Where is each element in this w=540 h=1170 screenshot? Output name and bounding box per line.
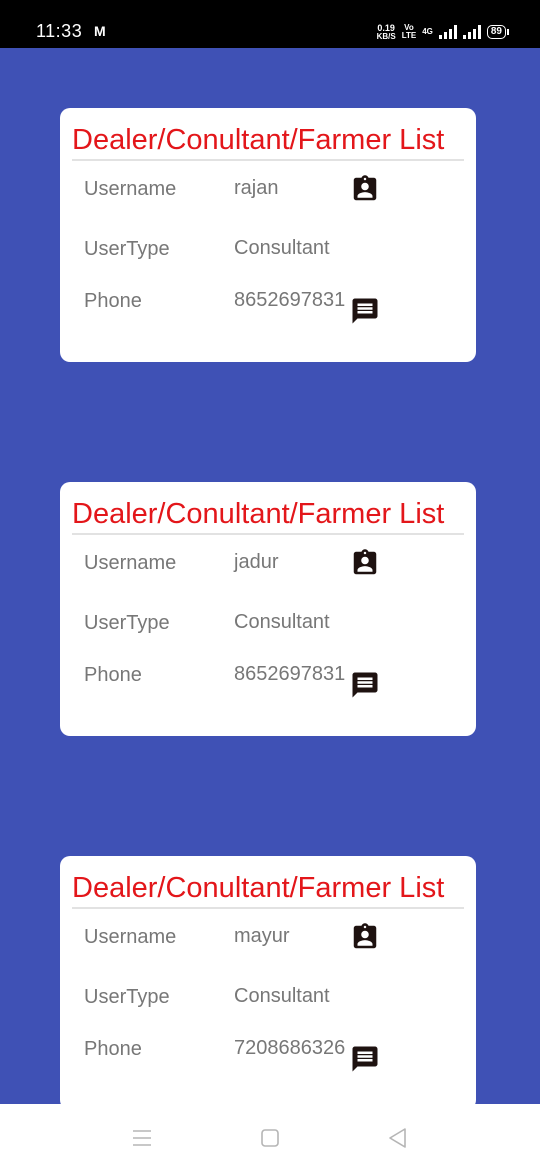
card-title: Dealer/Conultant/Farmer List — [72, 872, 464, 909]
card-title: Dealer/Conultant/Farmer List — [72, 498, 464, 535]
menu-icon[interactable] — [130, 1126, 154, 1150]
phone-label: Phone — [84, 1038, 142, 1060]
usertype-value: Consultant — [234, 611, 330, 633]
network-type: 4G — [422, 27, 433, 36]
contact-badge-icon[interactable] — [350, 174, 380, 204]
home-icon[interactable] — [258, 1126, 282, 1150]
username-label: Username — [84, 178, 177, 200]
network-speed: 0.19 KB/S — [376, 23, 396, 41]
username-value: jadur — [234, 551, 279, 573]
username-value: rajan — [234, 177, 279, 199]
message-icon[interactable] — [350, 670, 380, 700]
message-icon[interactable] — [350, 1044, 380, 1074]
phone-value: 8652697831 — [234, 663, 346, 685]
username-value: mayur — [234, 925, 290, 947]
back-icon[interactable] — [386, 1126, 410, 1150]
username-label: Username — [84, 552, 177, 574]
user-card[interactable]: Dealer/Conultant/Farmer List Username ja… — [60, 482, 476, 736]
usertype-label: UserType — [84, 238, 170, 260]
user-card[interactable]: Dealer/Conultant/Farmer List Username ra… — [60, 108, 476, 362]
user-card[interactable]: Dealer/Conultant/Farmer List Username ma… — [60, 856, 476, 1104]
network-speed-unit: KB/S — [376, 31, 396, 41]
card-title: Dealer/Conultant/Farmer List — [72, 124, 464, 161]
volte-bottom: LTE — [401, 31, 417, 40]
usertype-value: Consultant — [234, 237, 330, 259]
contact-badge-icon[interactable] — [350, 548, 380, 578]
usertype-label: UserType — [84, 986, 170, 1008]
phone-label: Phone — [84, 290, 142, 312]
signal-icon-1 — [438, 25, 457, 39]
status-indicators: 0.19 KB/S Vo LTE 4G 89 — [376, 22, 510, 42]
contact-badge-icon[interactable] — [350, 922, 380, 952]
phone-value: 8652697831 — [234, 289, 346, 311]
navigation-bar — [0, 1104, 540, 1170]
mail-icon: M — [94, 23, 106, 39]
status-bar: 11:33 M 0.19 KB/S Vo LTE 4G 89 — [0, 0, 540, 48]
username-label: Username — [84, 926, 177, 948]
status-time: 11:33 — [36, 21, 83, 41]
volte-icon: Vo LTE — [402, 24, 417, 40]
message-icon[interactable] — [350, 296, 380, 326]
usertype-label: UserType — [84, 612, 170, 634]
phone-label: Phone — [84, 664, 142, 686]
signal-icon-2 — [462, 25, 481, 39]
usertype-value: Consultant — [234, 985, 330, 1007]
battery-icon: 89 — [486, 25, 510, 39]
phone-value: 7208686326 — [234, 1037, 346, 1059]
user-list[interactable]: Dealer/Conultant/Farmer List Username ra… — [0, 48, 540, 1104]
